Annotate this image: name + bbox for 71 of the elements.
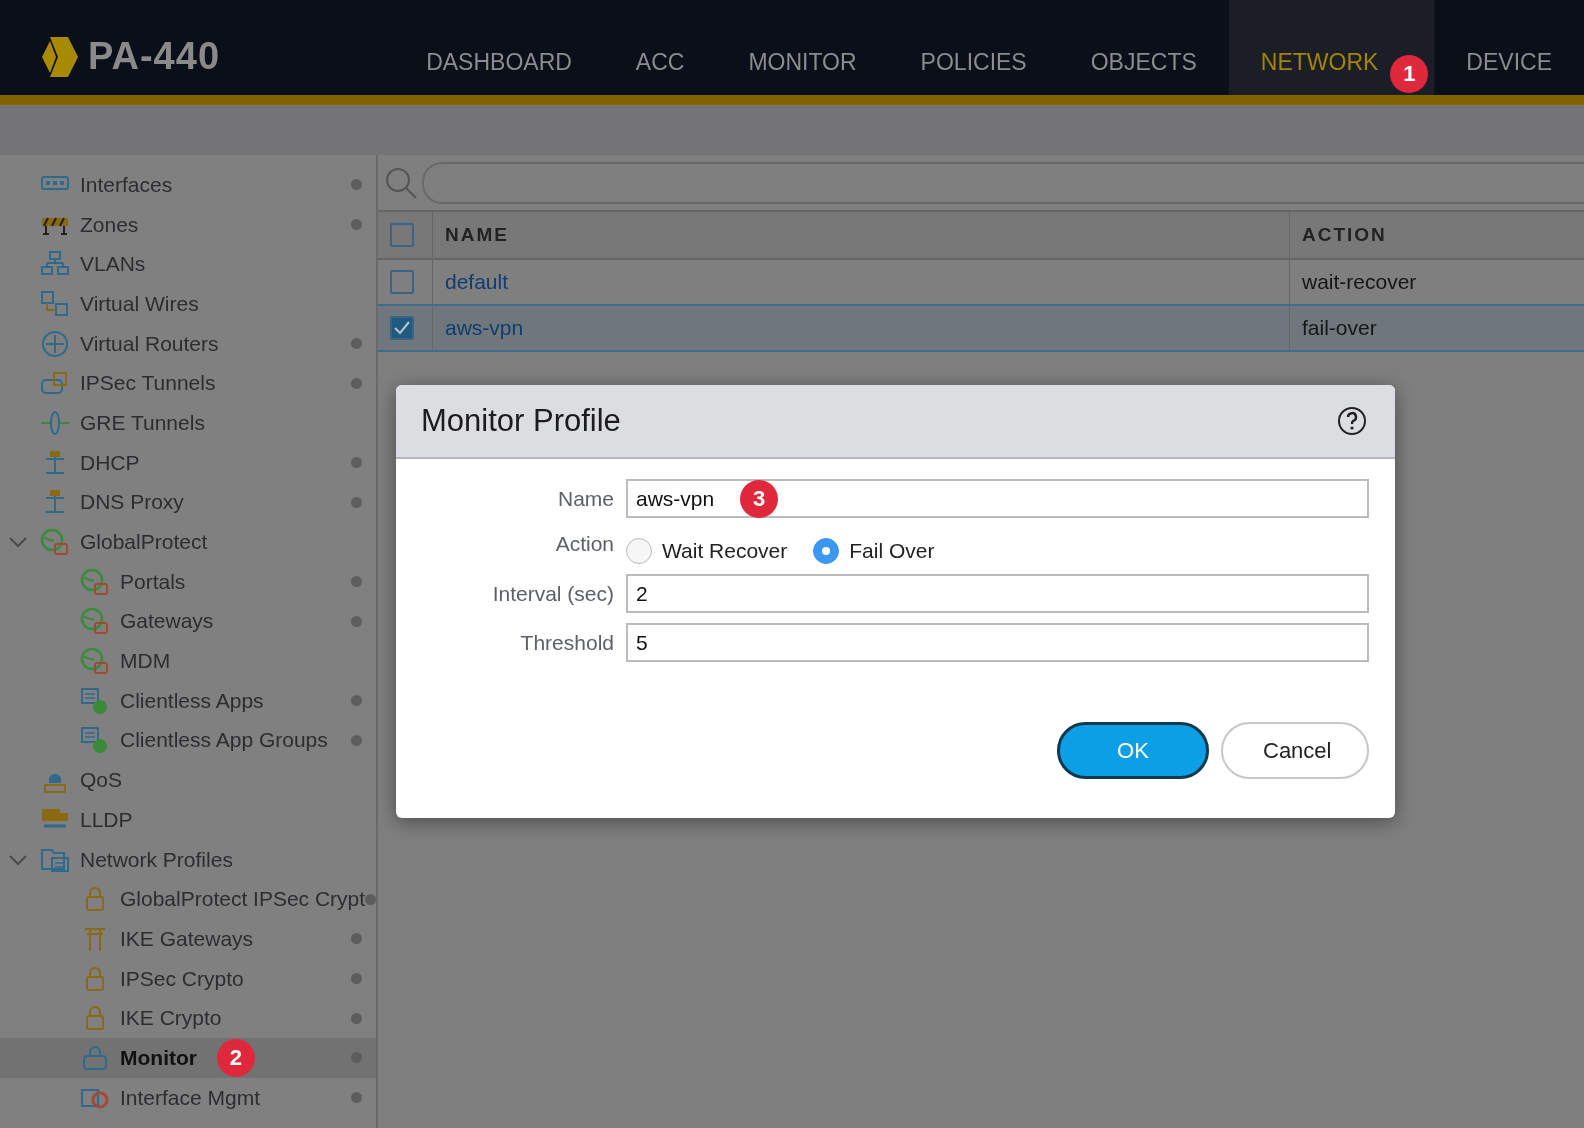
column-header: NAME (432, 211, 1290, 259)
field-label: Action (554, 531, 614, 556)
sidebar-item[interactable]: QoS (0, 760, 376, 800)
globe-icon (80, 607, 110, 636)
sidebar-item[interactable]: IKE Gateways (0, 919, 376, 959)
sidebar-item[interactable]: Portals (0, 561, 376, 602)
nav-tab[interactable]: DASHBOARD (394, 0, 604, 95)
chevron-icon[interactable] (8, 535, 28, 550)
ok-button[interactable]: OK (1057, 722, 1209, 779)
globe-icon (80, 567, 110, 596)
sidebar-item[interactable]: Clientless App Groups (0, 720, 376, 761)
nav-tab[interactable]: POLICIES (888, 0, 1059, 95)
column-header: ACTION (1289, 211, 1584, 259)
sidebar-item[interactable]: Interface Mgmt (0, 1077, 376, 1118)
radio-button[interactable] (813, 538, 840, 564)
row-checkbox[interactable] (390, 270, 414, 294)
profile-name-link[interactable]: default (445, 270, 509, 293)
nav-tab[interactable]: NETWORK 1 (1228, 0, 1435, 95)
sidebar-item[interactable]: MDM (0, 641, 376, 681)
search-icon[interactable] (384, 165, 418, 200)
profile-name-link[interactable]: aws-vpn (445, 316, 524, 339)
sidebar-item[interactable]: IKE Crypto (0, 998, 376, 1039)
lock-monitor-icon (80, 1043, 110, 1072)
nav-tab[interactable]: OBJECTS (1058, 0, 1229, 95)
sidebar-item[interactable]: IPSec Crypto (0, 958, 376, 999)
table-cell: fail-over (1289, 305, 1584, 351)
tunnel-arrows-icon (40, 408, 70, 437)
globe-icon (80, 647, 110, 676)
logo-icon (40, 34, 80, 79)
cancel-button[interactable]: Cancel (1221, 722, 1369, 779)
product-name: PA-440 (88, 35, 221, 78)
table-cell: wait-recover (1289, 259, 1584, 305)
row-checkbox[interactable] (390, 316, 414, 340)
sidebar-item[interactable]: LLDP (0, 800, 376, 840)
sidebar-item[interactable]: Monitor 2 (0, 1038, 376, 1078)
sidebar-item[interactable]: Network Profiles (0, 839, 376, 880)
sidebar-item[interactable]: Virtual Wires (0, 284, 376, 324)
sidebar-item[interactable]: GlobalProtect IPSec Crypt (0, 879, 376, 920)
radio-label[interactable]: Fail Over (849, 539, 935, 563)
field-label: Interval (sec) (491, 581, 614, 606)
nav-tab[interactable]: ACC (603, 0, 717, 95)
globe-icon (40, 528, 70, 557)
sidebar-item[interactable]: VLANs (0, 244, 376, 285)
sidebar-item[interactable]: GRE Tunnels (0, 403, 376, 443)
nav-tab[interactable]: DEVICE (1434, 0, 1584, 95)
chevron-icon[interactable] (8, 852, 28, 867)
step-badge: 2 (217, 1038, 255, 1077)
list-globe-icon (80, 726, 110, 755)
sidebar-item[interactable]: IPSec Tunnels (0, 363, 376, 404)
sidebar-item[interactable]: GlobalProtect (0, 522, 376, 562)
sidebar-item[interactable]: Interfaces (0, 165, 376, 205)
select-all-checkbox[interactable] (390, 223, 414, 247)
router-icon (40, 329, 70, 358)
sidebar-item[interactable]: Gateways (0, 601, 376, 642)
field-label: Name (556, 486, 614, 511)
radio-label[interactable]: Wait Recover (662, 539, 788, 563)
list-globe-icon (80, 686, 110, 715)
linked-boxes-icon (40, 289, 70, 318)
field-label: Threshold (519, 630, 614, 655)
sidebar-item[interactable]: Zones (0, 204, 376, 245)
step-badge: 1 (1390, 55, 1429, 93)
help-icon[interactable] (1337, 406, 1367, 436)
input-field[interactable]: 5 (626, 623, 1369, 662)
dialog-title: Monitor Profile (421, 403, 621, 439)
sidebar-item[interactable]: DNS Proxy (0, 482, 376, 523)
sidebar-item[interactable]: Clientless Apps (0, 680, 376, 721)
nav-tab[interactable]: MONITOR (716, 0, 889, 95)
input-field[interactable]: 2 (626, 574, 1369, 613)
sidebar-item[interactable]: Virtual Routers (0, 323, 376, 364)
radio-button[interactable] (626, 538, 652, 564)
sidebar-item[interactable]: DHCP (0, 442, 376, 483)
